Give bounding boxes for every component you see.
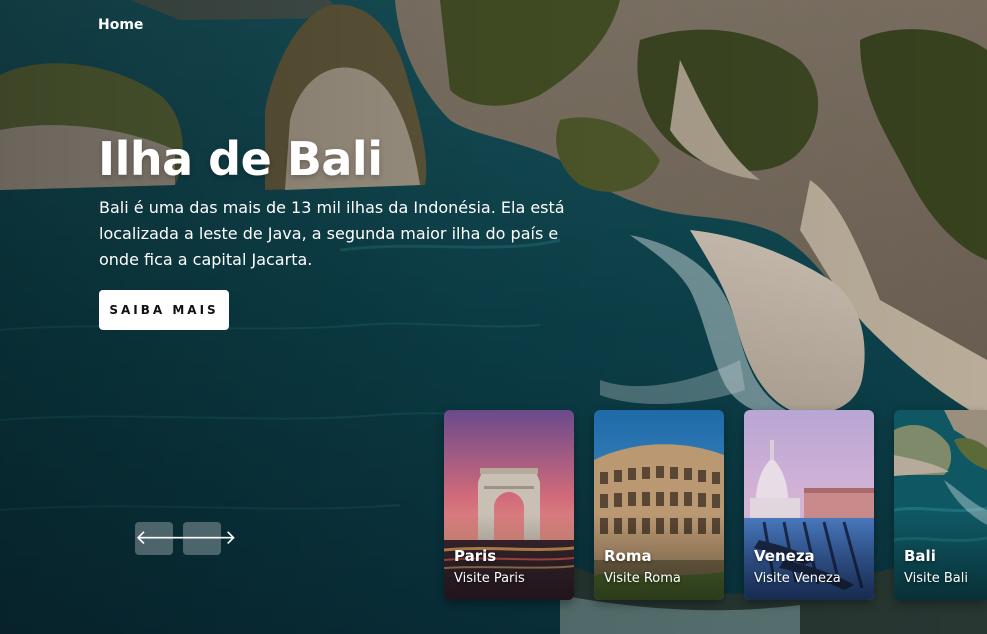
hero-title: Ilha de Bali bbox=[98, 132, 383, 186]
card-subtitle: Visite Veneza bbox=[754, 571, 841, 586]
hero-description: Bali é uma das mais de 13 mil ilhas da I… bbox=[99, 198, 565, 269]
arrow-right-icon: 🡒 bbox=[183, 527, 237, 549]
nav-home-link[interactable]: Home bbox=[98, 17, 143, 33]
destination-card-paris[interactable]: Paris Visite Paris bbox=[444, 410, 574, 600]
card-title: Roma bbox=[604, 547, 652, 565]
arrow-left-icon: 🡐 bbox=[135, 527, 189, 549]
next-slide-button[interactable]: 🡒 bbox=[183, 522, 237, 555]
destination-card-veneza[interactable]: Veneza Visite Veneza bbox=[744, 410, 874, 600]
saiba-mais-button[interactable]: SAIBA MAIS bbox=[99, 290, 229, 330]
card-subtitle: Visite Bali bbox=[904, 571, 968, 586]
card-title: Paris bbox=[454, 547, 497, 565]
card-title: Bali bbox=[904, 547, 936, 565]
card-subtitle: Visite Paris bbox=[454, 571, 525, 586]
card-subtitle: Visite Roma bbox=[604, 571, 681, 586]
card-title: Veneza bbox=[754, 547, 815, 565]
prev-slide-button[interactable]: 🡐 bbox=[135, 522, 189, 555]
destination-card-bali[interactable]: Bali Visite Bali bbox=[894, 410, 987, 600]
destination-card-roma[interactable]: Roma Visite Roma bbox=[594, 410, 724, 600]
